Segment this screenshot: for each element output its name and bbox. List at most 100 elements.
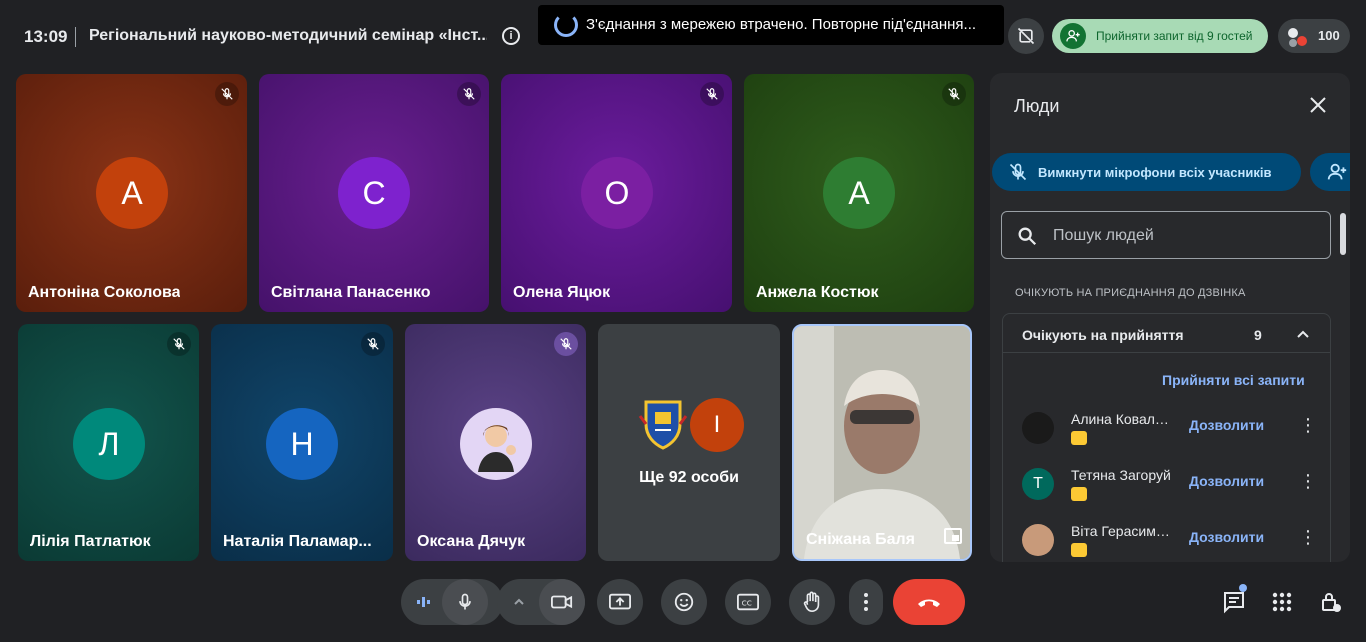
chat-icon: [1224, 592, 1244, 614]
raise-hand-button[interactable]: [789, 579, 835, 625]
captions-icon: CC: [737, 593, 759, 611]
section-heading: ОЧІКУЮТЬ НА ПРИЄДНАННЯ ДО ДЗВІНКА: [1015, 287, 1246, 299]
guest-avatar: [1022, 524, 1054, 556]
more-options-button[interactable]: [849, 579, 883, 625]
info-icon[interactable]: i: [502, 27, 520, 45]
guest-row: Алина Ковальчук Дозволити ⋮: [1003, 407, 1330, 457]
present-button[interactable]: [597, 579, 643, 625]
allow-button[interactable]: Дозволити: [1189, 417, 1264, 433]
close-icon[interactable]: [1308, 95, 1328, 115]
accept-guests-label: Прийняти запит від 9 гостей: [1096, 29, 1253, 43]
avatar: А: [96, 157, 168, 229]
participant-name: Світлана Панасенко: [271, 284, 431, 301]
chevron-up-icon[interactable]: [513, 596, 525, 608]
guest-name: Віта Герасимчук: [1071, 523, 1175, 539]
mic-icon: [459, 593, 471, 610]
mic-off-icon: [700, 82, 724, 106]
guest-row: Віта Герасимчук Дозволити ⋮: [1003, 519, 1330, 562]
camera-button[interactable]: [539, 579, 585, 625]
activities-icon: [1272, 592, 1292, 612]
captions-button[interactable]: CC: [725, 579, 771, 625]
waiting-count: 9: [1254, 327, 1262, 343]
participants-count: 100: [1318, 28, 1340, 43]
cartoon-avatar-image: [460, 408, 532, 480]
guest-avatar: Т: [1022, 468, 1054, 500]
participant-name: Антоніна Соколова: [28, 284, 181, 301]
mic-off-icon: [361, 332, 385, 356]
avatar: А: [823, 157, 895, 229]
accept-all-link[interactable]: Прийняти всі запити: [1162, 372, 1305, 388]
mic-off-icon: [1009, 163, 1027, 181]
participants-avatars-icon: [1288, 28, 1307, 47]
participant-tile[interactable]: А Антоніна Соколова: [16, 74, 247, 312]
school-emblem-icon: [638, 396, 688, 450]
hand-icon: [803, 591, 820, 612]
mic-off-icon: [457, 82, 481, 106]
scrollbar[interactable]: [1340, 213, 1346, 255]
meeting-time: 13:09: [24, 27, 68, 46]
more-options-icon[interactable]: ⋮: [1299, 416, 1317, 434]
avatar: Л: [73, 408, 145, 480]
more-options-icon[interactable]: ⋮: [1299, 528, 1317, 546]
accept-guests-button[interactable]: Прийняти запит від 9 гостей: [1052, 19, 1268, 53]
mic-off-icon: [167, 332, 191, 356]
participant-tile[interactable]: А Анжела Костюк: [744, 74, 974, 312]
more-participants-label: Ще 92 особи: [639, 469, 739, 486]
guest-row: Т Тетяна Загоруй Дозволити ⋮: [1003, 463, 1330, 513]
guest-badge-icon: [1071, 543, 1087, 557]
avatar: І: [690, 398, 744, 452]
lock-icon: [1322, 593, 1341, 612]
emoji-button[interactable]: [661, 579, 707, 625]
mic-off-icon: [215, 82, 239, 106]
avatar: О: [581, 157, 653, 229]
waiting-list: Очікують на прийняття 9 Прийняти всі зап…: [1002, 313, 1331, 562]
notification-dot: [1239, 584, 1247, 592]
participant-name: Лілія Патлатюк: [30, 533, 151, 550]
participant-tile[interactable]: Оксана Дячук: [405, 324, 586, 561]
participant-tile[interactable]: О Олена Яцюк: [501, 74, 732, 312]
mute-all-button[interactable]: Вимкнути мікрофони всіх учасників: [992, 153, 1301, 191]
more-participants-tile[interactable]: І Ще 92 особи: [598, 324, 780, 561]
picture-in-picture-icon[interactable]: [944, 528, 962, 549]
mute-all-label: Вимкнути мікрофони всіх учасників: [1038, 164, 1272, 180]
meeting-title: Регіональний науково-методичний семінар …: [89, 27, 487, 44]
more-icon: [864, 593, 868, 611]
allow-button[interactable]: Дозволити: [1189, 529, 1264, 545]
avatar: С: [338, 157, 410, 229]
participant-video: [794, 326, 970, 559]
participant-tile[interactable]: Н Наталія Паламар...: [211, 324, 393, 561]
end-call-icon: [918, 599, 940, 607]
search-placeholder: Пошук людей: [1053, 227, 1154, 244]
waiting-label: Очікують на прийняття: [1022, 327, 1184, 343]
mic-button[interactable]: [442, 579, 488, 625]
guest-badge-icon: [1071, 431, 1087, 445]
search-icon: [1018, 227, 1037, 246]
allow-button[interactable]: Дозволити: [1189, 473, 1264, 489]
people-panel: Люди Вимкнути мікрофони всіх учасників П…: [990, 73, 1350, 562]
connection-toast: З'єднання з мережею втрачено. Повторне п…: [538, 5, 1004, 45]
chat-button[interactable]: [1221, 589, 1247, 615]
add-person-icon: [1327, 163, 1347, 180]
host-controls-button[interactable]: [1318, 589, 1344, 615]
participant-name: Наталія Паламар...: [223, 533, 372, 550]
hide-self-view-button[interactable]: [1008, 18, 1044, 54]
more-options-icon[interactable]: ⋮: [1299, 472, 1317, 490]
guest-avatar: [1022, 412, 1054, 444]
participant-name: Олена Яцюк: [513, 284, 611, 301]
activities-button[interactable]: [1269, 589, 1295, 615]
end-call-button[interactable]: [893, 579, 965, 625]
add-people-button[interactable]: [1310, 153, 1350, 191]
emoji-icon: [674, 592, 694, 612]
loading-spinner-icon: [554, 13, 578, 37]
participant-tile[interactable]: Л Лілія Патлатюк: [18, 324, 199, 561]
participant-tile[interactable]: С Світлана Панасенко: [259, 74, 489, 312]
divider: [75, 27, 76, 47]
participant-name: Сніжана Баля: [806, 531, 916, 548]
waiting-header[interactable]: Очікують на прийняття 9: [1003, 314, 1330, 353]
search-people-input[interactable]: Пошук людей: [1001, 211, 1331, 259]
avatar: Н: [266, 408, 338, 480]
participant-video-tile[interactable]: Сніжана Баля: [792, 324, 972, 561]
panel-title: Люди: [1014, 96, 1060, 116]
camera-icon: [551, 595, 573, 609]
participants-button[interactable]: 100: [1278, 19, 1350, 53]
